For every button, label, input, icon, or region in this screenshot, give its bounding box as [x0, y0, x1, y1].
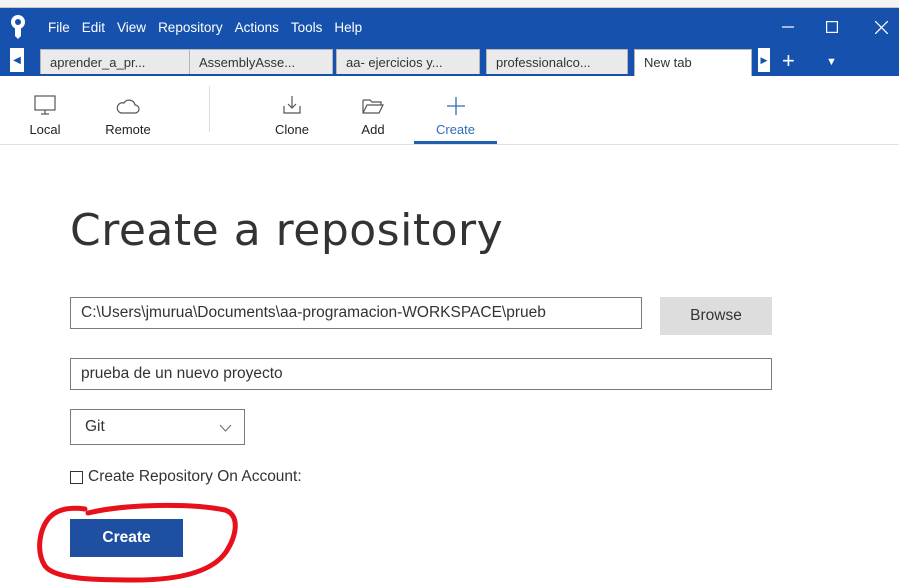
create-on-account-checkbox[interactable]: [70, 470, 83, 484]
new-tab-button[interactable]: +: [782, 48, 795, 74]
repository-name-input[interactable]: prueba de un nuevo proyecto: [70, 358, 772, 390]
menu-view[interactable]: View: [117, 20, 146, 35]
tab-scroll-left-button[interactable]: ◀: [10, 48, 24, 72]
menu-edit[interactable]: Edit: [82, 20, 105, 35]
plus-icon: [446, 97, 465, 115]
red-scribble-annotation: [37, 502, 238, 583]
menu-bar: File Edit View Repository Actions Tools …: [48, 8, 374, 46]
add-button[interactable]: Add: [350, 76, 396, 144]
tab-bar: ◀ aprender_a_pr... AssemblyAsse... aa- e…: [0, 46, 899, 76]
maximize-button[interactable]: [812, 8, 852, 46]
minimize-button[interactable]: [768, 8, 808, 46]
folder-open-icon: [362, 99, 384, 114]
local-button[interactable]: Local: [20, 76, 70, 144]
title-bar: File Edit View Repository Actions Tools …: [0, 8, 899, 46]
menu-tools[interactable]: Tools: [291, 20, 323, 35]
tab-professional[interactable]: professionalco...: [486, 49, 628, 74]
toolbar-divider: [209, 86, 210, 132]
remote-button[interactable]: Remote: [98, 76, 158, 144]
clone-button[interactable]: Clone: [266, 76, 318, 144]
tab-list-dropdown[interactable]: ▼: [826, 48, 837, 76]
close-icon: [874, 20, 888, 34]
cloud-icon: [116, 99, 140, 114]
window-top-edge: [0, 0, 899, 8]
tab-aprender[interactable]: aprender_a_pr...: [40, 49, 195, 74]
download-tray-icon: [283, 96, 301, 114]
tab-scroll-right-button[interactable]: ▶: [758, 48, 770, 72]
menu-file[interactable]: File: [48, 20, 70, 35]
menu-help[interactable]: Help: [334, 20, 362, 35]
caret-right-icon: ▶: [760, 54, 768, 65]
create-on-account-label: Create Repository On Account:: [88, 468, 302, 485]
menu-actions[interactable]: Actions: [235, 20, 279, 35]
page-title: Create a repository: [70, 205, 504, 256]
sourcetree-logo-icon: [11, 15, 25, 39]
destination-path-input[interactable]: C:\Users\jmurua\Documents\aa-programacio…: [70, 297, 642, 329]
caret-down-icon: ▼: [826, 56, 837, 68]
repository-type-value: Git: [85, 418, 105, 435]
create-on-account-row: Create Repository On Account:: [70, 468, 302, 486]
toolbar: Local Remote Clone Add Create: [0, 76, 899, 145]
browse-button[interactable]: Browse: [660, 297, 772, 335]
monitor-icon: [34, 95, 56, 115]
tab-new-tab[interactable]: New tab: [634, 49, 752, 76]
chevron-down-icon: [219, 410, 232, 444]
tab-assembly[interactable]: AssemblyAsse...: [189, 49, 333, 74]
create-tab-label: Create: [435, 122, 476, 137]
create-tab-button[interactable]: Create: [414, 76, 497, 144]
minimize-icon: [782, 26, 794, 28]
caret-left-icon: ◀: [13, 54, 21, 66]
maximize-icon: [826, 21, 838, 33]
remote-label: Remote: [105, 122, 151, 137]
close-button[interactable]: [861, 8, 899, 46]
repository-type-select[interactable]: Git: [70, 409, 245, 445]
plus-icon: +: [782, 48, 795, 73]
add-label: Add: [361, 122, 385, 137]
tab-ejercicios[interactable]: aa- ejercicios y...: [336, 49, 480, 74]
menu-repository[interactable]: Repository: [158, 20, 223, 35]
clone-label: Clone: [275, 122, 309, 137]
local-label: Local: [29, 122, 61, 137]
